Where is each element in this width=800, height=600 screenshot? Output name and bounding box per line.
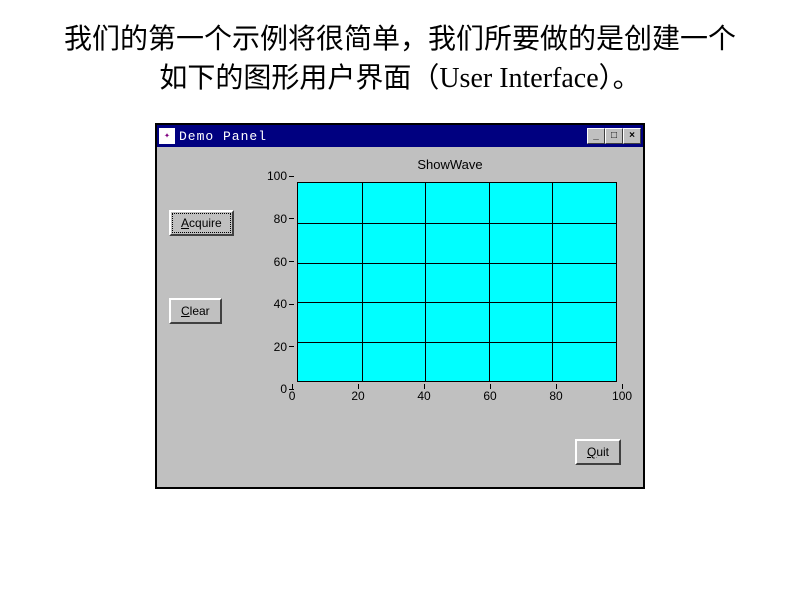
chart-title: ShowWave [269, 157, 631, 172]
x-tick-label: 100 [612, 389, 632, 403]
y-tick-label: 20 [274, 340, 287, 354]
x-tick-label: 80 [549, 389, 562, 403]
app-icon: ✦ [159, 128, 175, 144]
y-tick-label: 80 [274, 212, 287, 226]
title-bar[interactable]: ✦ Demo Panel _ □ × [157, 125, 643, 147]
y-tick-label: 40 [274, 297, 287, 311]
y-axis: 100 80 60 40 20 0 [267, 176, 297, 389]
window-title: Demo Panel [179, 129, 587, 144]
window-body: ShowWave Acquire Clear 100 80 60 40 20 0 [157, 147, 643, 487]
plot-grid [297, 182, 617, 382]
x-tick-label: 60 [483, 389, 496, 403]
minimize-button[interactable]: _ [587, 128, 605, 144]
y-tick-label: 100 [267, 169, 287, 183]
x-axis: 0 20 40 60 80 100 [292, 384, 622, 403]
demo-panel-window: ✦ Demo Panel _ □ × ShowWave Acquire Clea… [155, 123, 645, 489]
x-tick-label: 20 [351, 389, 364, 403]
y-tick-label: 0 [280, 382, 287, 396]
x-tick-label: 0 [289, 389, 296, 403]
quit-button[interactable]: Quit [575, 439, 621, 465]
slide-heading: 我们的第一个示例将很简单，我们所要做的是创建一个如下的图形用户界面（User I… [0, 0, 800, 113]
chart-area: 100 80 60 40 20 0 [259, 182, 631, 403]
maximize-button[interactable]: □ [605, 128, 623, 144]
acquire-button[interactable]: Acquire [169, 210, 234, 236]
x-tick-label: 40 [417, 389, 430, 403]
window-controls: _ □ × [587, 128, 641, 144]
clear-button[interactable]: Clear [169, 298, 222, 324]
left-button-column: Acquire Clear [169, 182, 259, 324]
close-button[interactable]: × [623, 128, 641, 144]
y-tick-label: 60 [274, 255, 287, 269]
